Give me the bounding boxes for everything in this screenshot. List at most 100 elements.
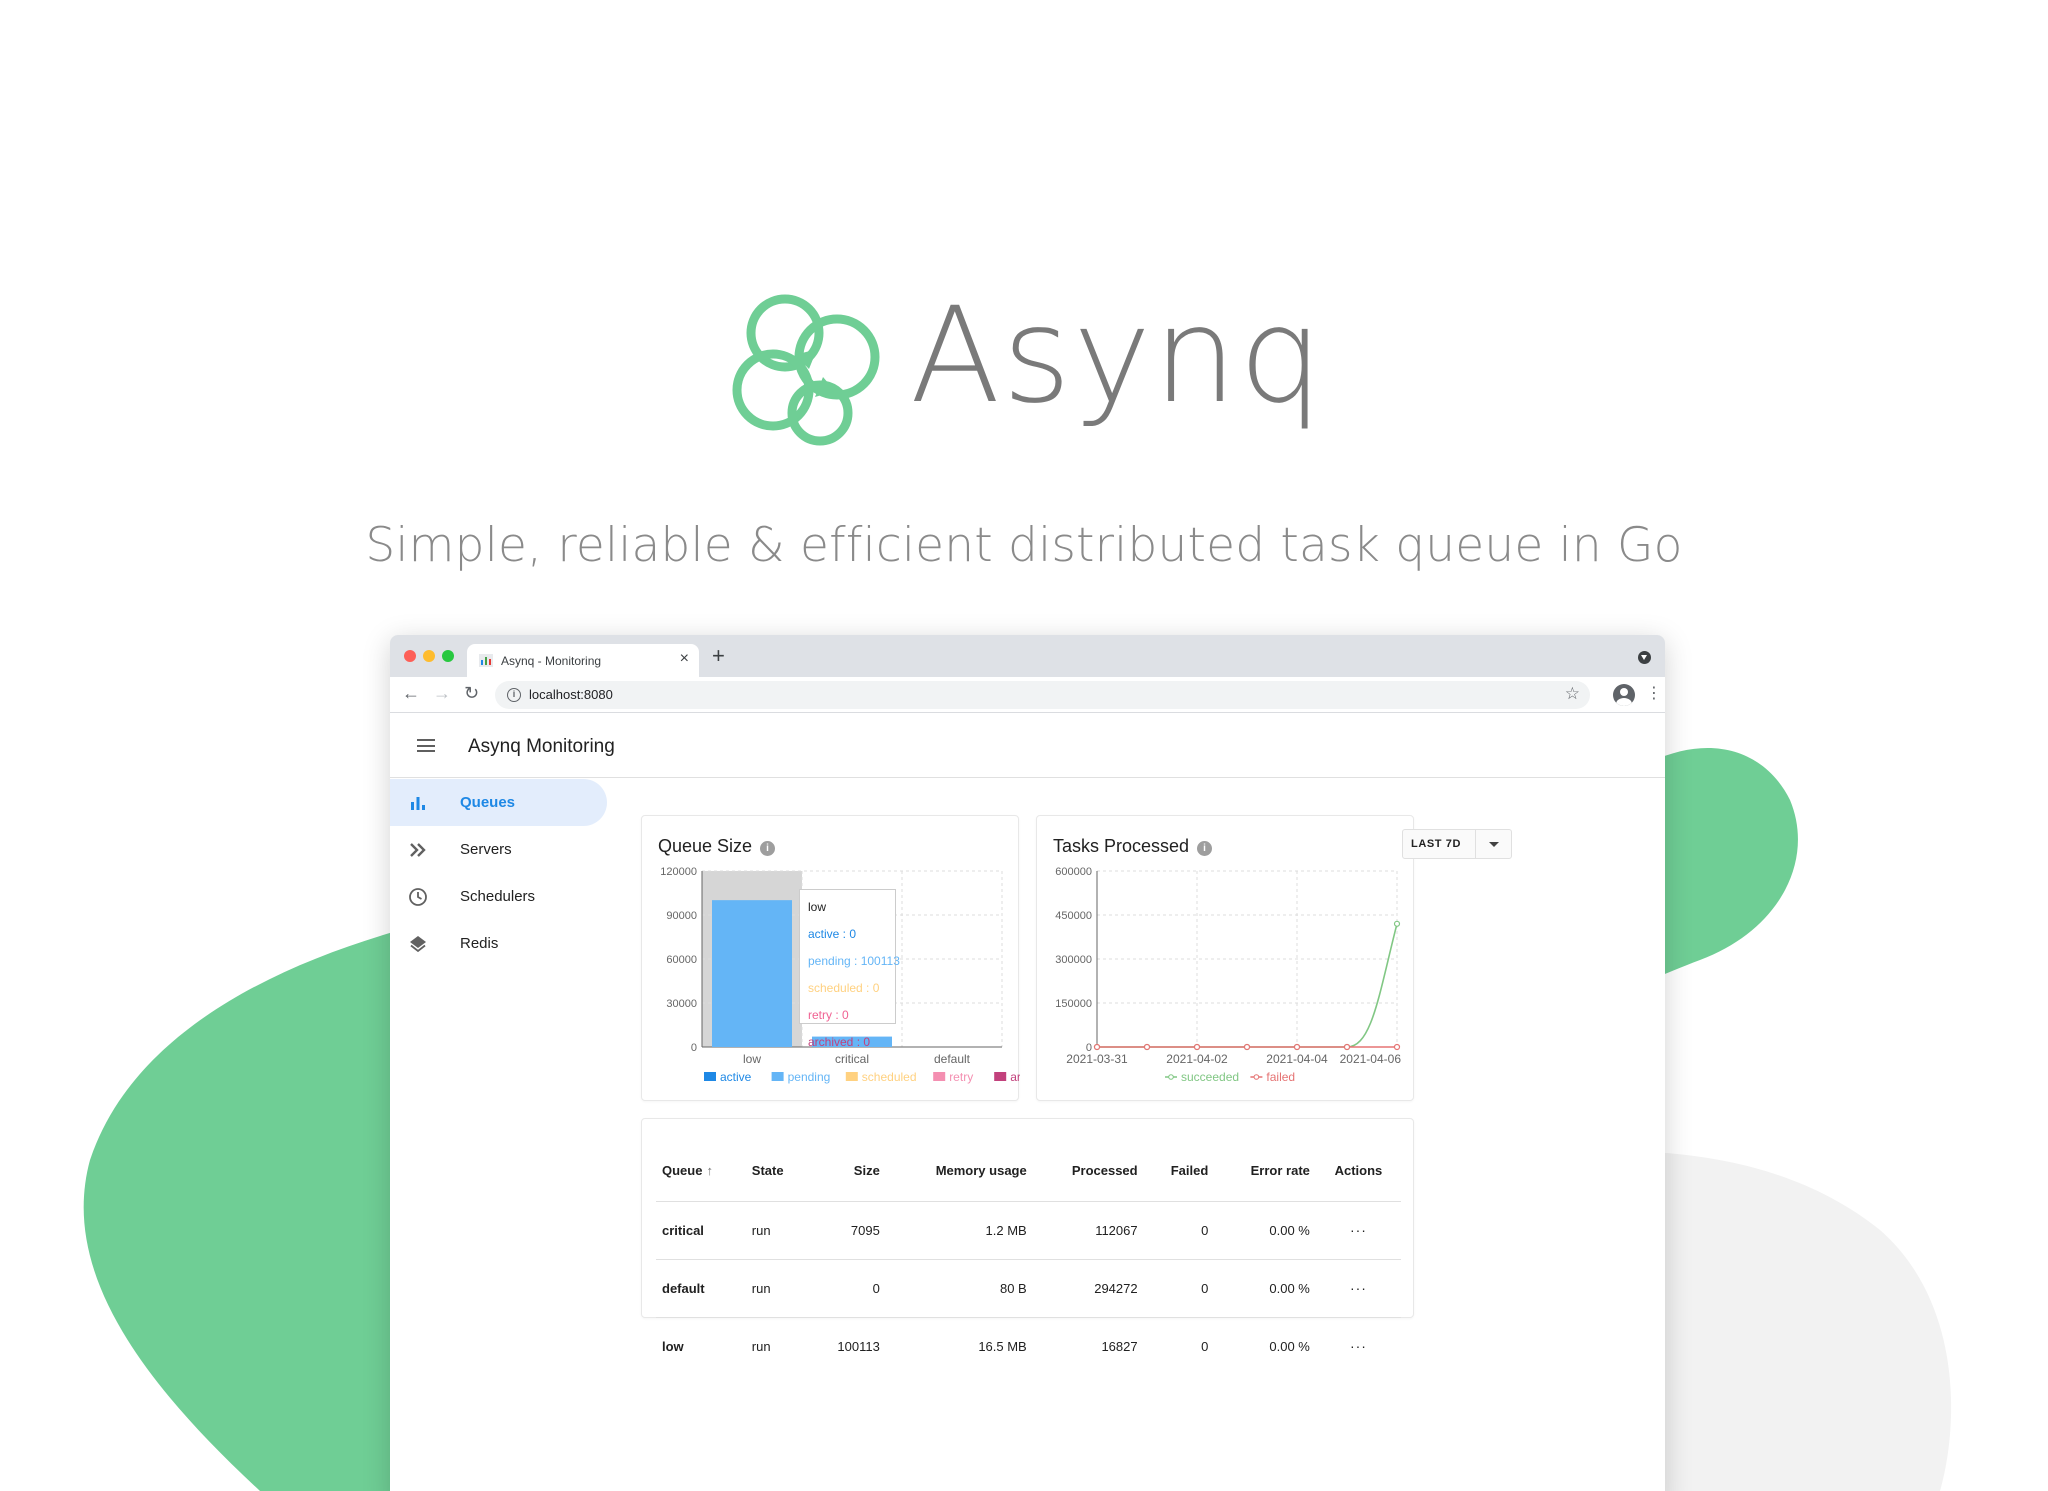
reload-icon[interactable]: ↻ — [464, 683, 479, 704]
queue-name[interactable]: critical — [656, 1201, 746, 1260]
sidebar-item-redis[interactable]: Redis — [390, 920, 607, 967]
tooltip-active: active : 0 — [808, 927, 857, 941]
maximize-window-button[interactable] — [442, 650, 454, 662]
legend-swatch-archived — [994, 1072, 1007, 1081]
sidebar-item-servers[interactable]: Servers — [390, 826, 607, 873]
sort-arrow-up-icon[interactable]: ↑ — [706, 1163, 713, 1178]
chevron-down-icon[interactable] — [1489, 842, 1499, 847]
close-window-button[interactable] — [404, 650, 416, 662]
y-tick-label: 150000 — [1055, 998, 1092, 1010]
queue-memory: 1.2 MB — [885, 1201, 1033, 1260]
queue-failed: 0 — [1201, 1338, 1209, 1354]
hero-title: Asynq — [910, 279, 1325, 433]
time-range-select[interactable]: LAST 7D — [1402, 829, 1512, 859]
point-failed — [1093, 1043, 1101, 1051]
queue-processed: 294272 — [1032, 1259, 1144, 1318]
col-actions: Actions — [1315, 1141, 1401, 1202]
point-failed — [1343, 1043, 1351, 1051]
sidebar-item-schedulers[interactable]: Schedulers — [390, 873, 607, 920]
new-tab-button[interactable]: + — [712, 643, 725, 669]
legend-label-failed: failed — [1266, 1070, 1295, 1084]
more-actions-icon[interactable]: ··· — [1315, 1201, 1401, 1260]
tab-bar: Asynq - Monitoring × + — [390, 635, 1665, 677]
chart-tooltip: low active : 0 pending : 100113 schedule… — [799, 889, 900, 1049]
series-line-succeeded — [1097, 923, 1398, 1048]
green-blob-left — [83, 930, 401, 1491]
url-text[interactable]: localhost:8080 — [529, 687, 613, 702]
legend-label-scheduled: scheduled — [862, 1070, 917, 1084]
point-succeeded — [1393, 920, 1401, 927]
bookmark-star-icon[interactable]: ☆ — [1565, 684, 1580, 704]
hamburger-menu-icon[interactable] — [417, 739, 435, 752]
col-failed: Failed — [1143, 1141, 1215, 1202]
table-row[interactable]: low run 100113 16.5 MB 16827 0 0.00 % ··… — [656, 1317, 1401, 1375]
browser-toolbar: ← → ↻ i localhost:8080 ☆ ⋮ — [390, 677, 1665, 713]
legend-label-succeeded: succeeded — [1181, 1070, 1239, 1084]
sidebar-item-queues[interactable]: Queues — [390, 779, 607, 826]
queue-state: run — [745, 1259, 809, 1318]
minimize-window-button[interactable] — [423, 650, 435, 662]
account-icon[interactable] — [1613, 684, 1635, 706]
queue-processed: 112067 — [1032, 1201, 1144, 1260]
legend-label-pending: pending — [788, 1070, 831, 1084]
x-tick-label: 2021-04-02 — [1166, 1052, 1228, 1066]
queue-error-rate: 0.00 % — [1214, 1259, 1316, 1318]
x-tick-label: 2021-03-31 — [1066, 1052, 1128, 1066]
legend-swatch-retry — [933, 1072, 946, 1081]
browser-tab[interactable]: Asynq - Monitoring × — [467, 644, 699, 677]
double-chevron-icon — [410, 843, 426, 857]
col-state: State — [745, 1141, 809, 1202]
point-failed — [1393, 1043, 1401, 1051]
queue-size: 0 — [808, 1259, 886, 1318]
queue-error-rate: 0.00 % — [1214, 1201, 1316, 1260]
browser-menu-icon[interactable]: ⋮ — [1646, 683, 1662, 703]
queue-failed: 0 — [1143, 1201, 1215, 1260]
queue-name[interactable]: low — [656, 1317, 746, 1375]
tooltip-pending: pending : 100113 — [808, 954, 900, 968]
queue-size: 100113 — [837, 1338, 880, 1354]
sidebar-item-label: Redis — [460, 935, 499, 952]
point-failed — [1143, 1043, 1151, 1051]
range-divider — [1475, 830, 1476, 858]
table-header-row: Queue ↑ State Size Memory usage Processed… — [656, 1141, 1401, 1202]
queue-processed: 16827 — [1101, 1338, 1138, 1354]
layers-icon — [410, 936, 426, 953]
x-tick-label: 2021-04-04 — [1266, 1052, 1328, 1066]
app-title: Asynq Monitoring — [468, 736, 615, 757]
point-failed — [1243, 1043, 1251, 1051]
table-row[interactable]: critical run 7095 1.2 MB 112067 0 0.00 %… — [656, 1201, 1401, 1260]
col-memory: Memory usage — [885, 1141, 1033, 1202]
queue-name[interactable]: default — [656, 1259, 746, 1318]
back-arrow-icon[interactable]: ← — [402, 683, 420, 704]
legend-marker-failed — [1253, 1074, 1260, 1080]
queue-failed: 0 — [1143, 1259, 1215, 1318]
more-actions-icon[interactable]: ··· — [1316, 1317, 1401, 1375]
tab-search-icon[interactable] — [1638, 651, 1651, 664]
point-failed — [1293, 1043, 1301, 1051]
time-range-label: LAST 7D — [1411, 838, 1462, 850]
table-row[interactable]: default run 0 80 B 294272 0 0.00 % ··· — [656, 1259, 1401, 1318]
forward-arrow-icon[interactable]: → — [433, 683, 451, 704]
more-actions-icon[interactable]: ··· — [1315, 1259, 1401, 1318]
hero-subtitle: Simple, reliable & efficient distributed… — [365, 518, 1683, 573]
col-queue[interactable]: Queue ↑ — [656, 1141, 746, 1202]
clock-icon — [409, 888, 427, 906]
y-tick-label: 90000 — [666, 910, 697, 922]
browser-window: Asynq - Monitoring × + ← → ↻ i localhost… — [390, 635, 1665, 1491]
sidebar: Queues Servers Schedulers Redis — [390, 779, 610, 967]
asynq-logo-icon — [732, 294, 880, 446]
x-tick-label: default — [934, 1052, 971, 1066]
x-tick-label: 2021-04-06 — [1340, 1052, 1402, 1066]
address-bar[interactable]: i localhost:8080 ☆ — [495, 681, 1590, 709]
tab-close-icon[interactable]: × — [680, 650, 689, 668]
site-info-icon[interactable]: i — [507, 688, 521, 702]
legend-swatch-scheduled — [845, 1072, 858, 1081]
queue-state: run — [745, 1201, 809, 1260]
queue-state: run — [751, 1338, 771, 1354]
y-tick-label: 30000 — [666, 998, 697, 1010]
queue-memory: 80 B — [885, 1259, 1033, 1318]
tasks-processed-card: Tasks Processed i LAST 7D 0 150000 300000 45… — [1036, 815, 1512, 1101]
tooltip-retry: retry : 0 — [808, 1008, 849, 1022]
queues-table: Queue ↑ State Size Memory usage Processed… — [656, 1141, 1401, 1375]
bar-chart-icon — [411, 797, 425, 810]
